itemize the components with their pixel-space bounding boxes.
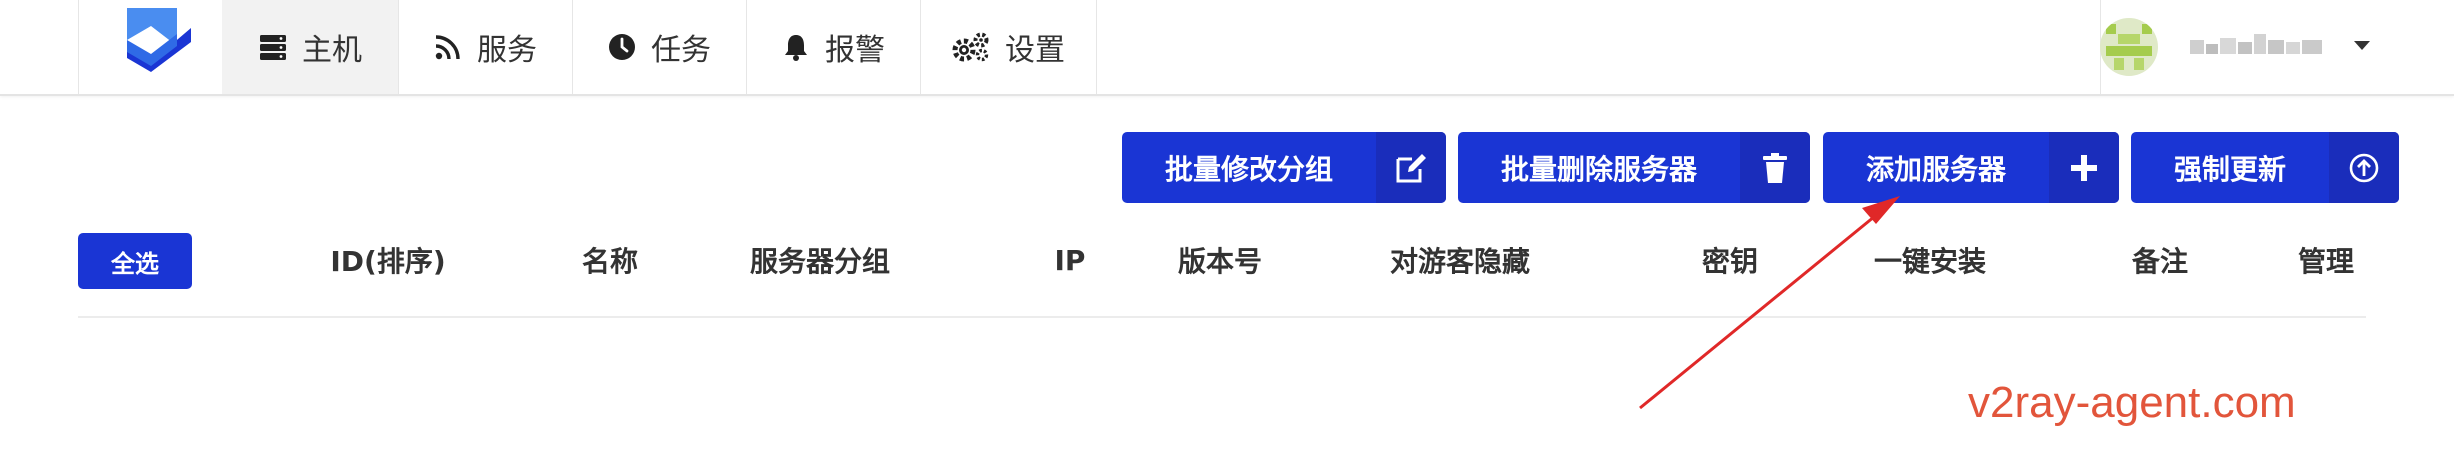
- nav-item-settings[interactable]: 设置: [920, 0, 1097, 94]
- clock-icon: [607, 32, 637, 62]
- nav-item-label: 设置: [1005, 33, 1065, 68]
- column-header-secret[interactable]: 密钥: [1680, 240, 1780, 280]
- nav-item-label: 服务: [477, 33, 537, 68]
- trash-icon: [1740, 132, 1810, 203]
- batch-edit-group-button[interactable]: 批量修改分组: [1122, 132, 1446, 203]
- server-icon: [258, 32, 288, 62]
- nav-item-label: 主机: [302, 33, 362, 68]
- button-label: 强制更新: [2173, 152, 2286, 186]
- bell-icon: [781, 32, 811, 62]
- column-header-manage[interactable]: 管理: [2276, 240, 2376, 280]
- rss-icon: [433, 32, 463, 62]
- nav-item-label: 任务: [651, 33, 711, 68]
- table-divider: [78, 316, 2366, 318]
- avatar[interactable]: [2100, 18, 2158, 76]
- button-label: 添加服务器: [1865, 152, 2006, 186]
- column-header-install[interactable]: 一键安装: [1860, 240, 2000, 280]
- select-all-button[interactable]: 全选: [78, 233, 192, 289]
- watermark-text: v2ray-agent.com: [1968, 378, 2296, 427]
- button-label: 批量修改分组: [1164, 152, 1333, 186]
- nav-item-alerts[interactable]: 报警: [746, 0, 921, 94]
- username-blurred: [2190, 26, 2326, 66]
- column-header-id[interactable]: ID(排序): [318, 240, 458, 280]
- column-header-ip[interactable]: IP: [1040, 240, 1100, 280]
- nav-item-hosts[interactable]: 主机: [222, 0, 399, 94]
- batch-delete-button[interactable]: 批量删除服务器: [1458, 132, 1810, 203]
- column-header-name[interactable]: 名称: [560, 240, 660, 280]
- edit-icon: [1376, 132, 1446, 203]
- nav-item-tasks[interactable]: 任务: [572, 0, 747, 94]
- arrow-up-circle-icon: [2329, 132, 2399, 203]
- column-header-version[interactable]: 版本号: [1160, 240, 1280, 280]
- button-label: 批量删除服务器: [1500, 152, 1697, 186]
- logo[interactable]: [78, 0, 224, 94]
- nav-item-label: 报警: [825, 33, 885, 68]
- chevron-down-icon[interactable]: [2352, 35, 2372, 55]
- force-update-button[interactable]: 强制更新: [2131, 132, 2399, 203]
- column-header-note[interactable]: 备注: [2110, 240, 2210, 280]
- add-server-button[interactable]: 添加服务器: [1823, 132, 2119, 203]
- plus-icon: [2049, 132, 2119, 203]
- column-header-group[interactable]: 服务器分组: [740, 240, 900, 280]
- top-navbar: 主机 服务 任务 报警 设置: [0, 0, 2454, 96]
- logo-icon: [127, 8, 191, 72]
- nav-item-services[interactable]: 服务: [398, 0, 573, 94]
- cogs-icon: [951, 32, 991, 62]
- column-header-hide-from-guest[interactable]: 对游客隐藏: [1380, 240, 1540, 280]
